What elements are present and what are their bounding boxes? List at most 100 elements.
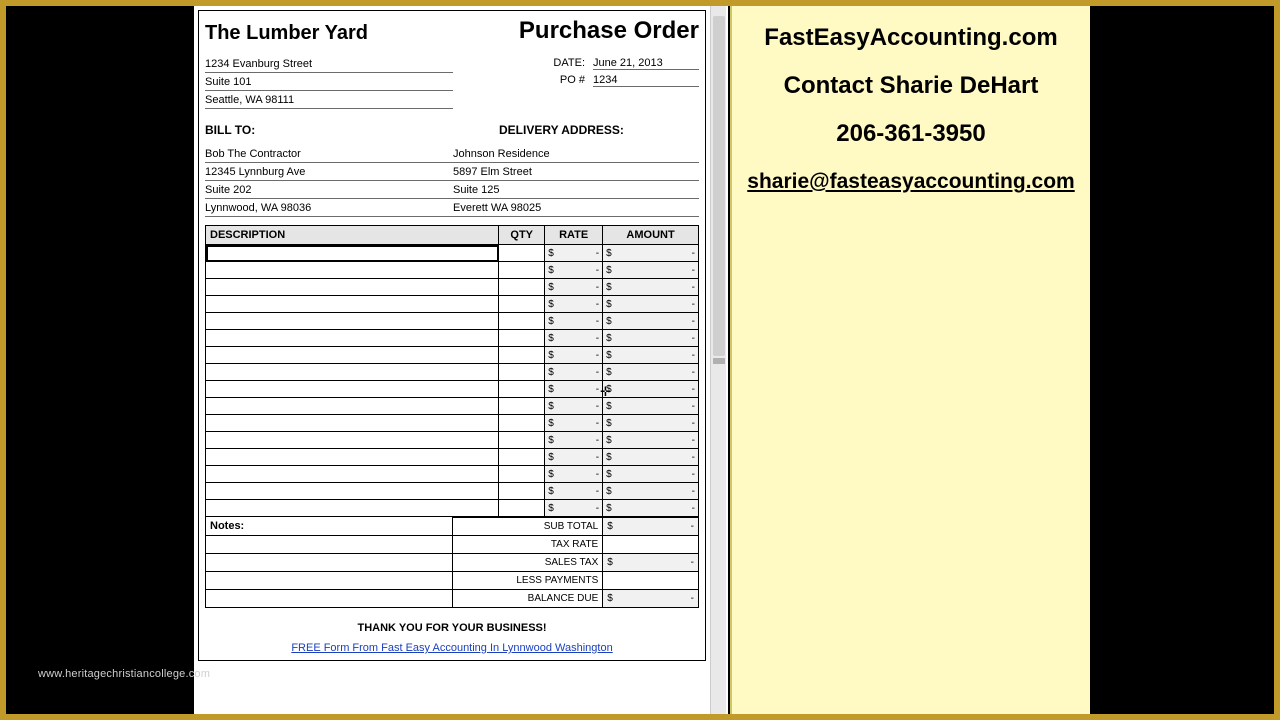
qty-cell[interactable] (499, 347, 545, 364)
amount-cell: $- (603, 449, 699, 466)
po-row: PO # 1234 (453, 72, 699, 89)
date-label: DATE: (453, 57, 593, 70)
desc-cell[interactable] (206, 432, 499, 449)
qty-cell[interactable] (499, 466, 545, 483)
scrollbar-thumb[interactable] (713, 16, 725, 356)
billto-line: Lynnwood, WA 98036 (205, 199, 453, 217)
qty-cell[interactable] (499, 500, 545, 517)
qty-cell[interactable] (499, 262, 545, 279)
free-form-link[interactable]: FREE Form From Fast Easy Accounting In L… (205, 642, 699, 654)
desc-cell[interactable] (206, 313, 499, 330)
section-headers: BILL TO: DELIVERY ADDRESS: (205, 123, 699, 137)
document-area: The Lumber Yard Purchase Order 1234 Evan… (194, 6, 728, 714)
billto-line: Bob The Contractor (205, 145, 453, 163)
table-row: $-$- (206, 313, 699, 330)
amount-cell: $- (603, 466, 699, 483)
desc-cell[interactable] (206, 500, 499, 517)
desc-cell[interactable] (206, 364, 499, 381)
note-line[interactable] (205, 590, 453, 608)
company-addr-line: 1234 Evanburg Street (205, 55, 453, 73)
qty-cell[interactable] (499, 415, 545, 432)
table-row: $-$- (206, 483, 699, 500)
col-rate: RATE (545, 226, 603, 245)
desc-cell[interactable] (206, 449, 499, 466)
company-name: The Lumber Yard (205, 22, 368, 45)
notes-label: Notes: (205, 517, 453, 536)
desc-cell[interactable] (206, 415, 499, 432)
billto-line: Suite 202 (205, 181, 453, 199)
scrollbar[interactable] (710, 6, 726, 714)
amount-cell: $- (603, 262, 699, 279)
lesspayments-value[interactable] (603, 572, 699, 590)
qty-cell[interactable] (499, 483, 545, 500)
salestax-label: SALES TAX (453, 554, 603, 572)
date-row: DATE: June 21, 2013 (453, 55, 699, 72)
po-label: PO # (453, 74, 593, 87)
rate-cell: $- (545, 415, 603, 432)
notes-column: Notes: (205, 517, 453, 608)
rate-cell: $- (545, 466, 603, 483)
qty-cell[interactable] (499, 398, 545, 415)
col-amount: AMOUNT (603, 226, 699, 245)
delivery-line: Everett WA 98025 (453, 199, 699, 217)
delivery-line: Suite 125 (453, 181, 699, 199)
qty-cell[interactable] (499, 245, 545, 262)
qty-cell[interactable] (499, 330, 545, 347)
totals-table: SUB TOTAL $- TAX RATE SALES TAX $- LE (453, 517, 699, 608)
qty-cell[interactable] (499, 432, 545, 449)
desc-cell[interactable] (206, 330, 499, 347)
desc-cell[interactable] (206, 466, 499, 483)
qty-cell[interactable] (499, 449, 545, 466)
table-row: $-$- (206, 364, 699, 381)
rate-cell: $- (545, 381, 603, 398)
rate-cell: $- (545, 279, 603, 296)
table-row: $-$- (206, 449, 699, 466)
amount-cell: $- (603, 347, 699, 364)
rate-cell: $- (545, 330, 603, 347)
qty-cell[interactable] (499, 279, 545, 296)
qty-cell[interactable] (499, 313, 545, 330)
amount-cell: $- (603, 313, 699, 330)
rate-cell: $- (545, 500, 603, 517)
note-line[interactable] (205, 536, 453, 554)
desc-cell[interactable] (206, 381, 499, 398)
table-row: $-$- (206, 415, 699, 432)
letterbox-left (6, 6, 190, 714)
desc-cell[interactable] (206, 347, 499, 364)
desc-cell[interactable] (206, 262, 499, 279)
desc-cell[interactable] (206, 279, 499, 296)
table-row: $-$- (206, 347, 699, 364)
delivery-line: 5897 Elm Street (453, 163, 699, 181)
rate-cell: $- (545, 313, 603, 330)
rate-cell: $- (545, 449, 603, 466)
col-description: DESCRIPTION (206, 226, 499, 245)
col-qty: QTY (499, 226, 545, 245)
delivery-block: Johnson Residence 5897 Elm Street Suite … (453, 145, 699, 217)
amount-cell: $- (603, 398, 699, 415)
desc-cell[interactable] (206, 483, 499, 500)
note-line[interactable] (205, 554, 453, 572)
billto-line: 12345 Lynnburg Ave (205, 163, 453, 181)
table-row: $-$- (206, 381, 699, 398)
taxrate-value[interactable] (603, 536, 699, 554)
qty-cell[interactable] (499, 364, 545, 381)
rate-cell: $- (545, 262, 603, 279)
thank-you: THANK YOU FOR YOUR BUSINESS! (205, 622, 699, 634)
table-row: $-$- (206, 330, 699, 347)
table-row: $-$- (206, 279, 699, 296)
info-panel: FastEasyAccounting.com Contact Sharie De… (730, 6, 1090, 714)
rate-cell: $- (545, 398, 603, 415)
desc-cell[interactable] (206, 398, 499, 415)
qty-cell[interactable] (499, 296, 545, 313)
delivery-header: DELIVERY ADDRESS: (499, 123, 699, 137)
note-line[interactable] (205, 572, 453, 590)
contact-email[interactable]: sharie@fasteasyaccounting.com (742, 170, 1080, 194)
desc-cell[interactable] (206, 245, 499, 262)
address-columns: Bob The Contractor 12345 Lynnburg Ave Su… (205, 145, 699, 217)
balance-label: BALANCE DUE (453, 590, 603, 608)
desc-cell[interactable] (206, 296, 499, 313)
stage: The Lumber Yard Purchase Order 1234 Evan… (0, 0, 1280, 720)
rate-cell: $- (545, 364, 603, 381)
billto-header: BILL TO: (205, 123, 499, 137)
qty-cell[interactable] (499, 381, 545, 398)
